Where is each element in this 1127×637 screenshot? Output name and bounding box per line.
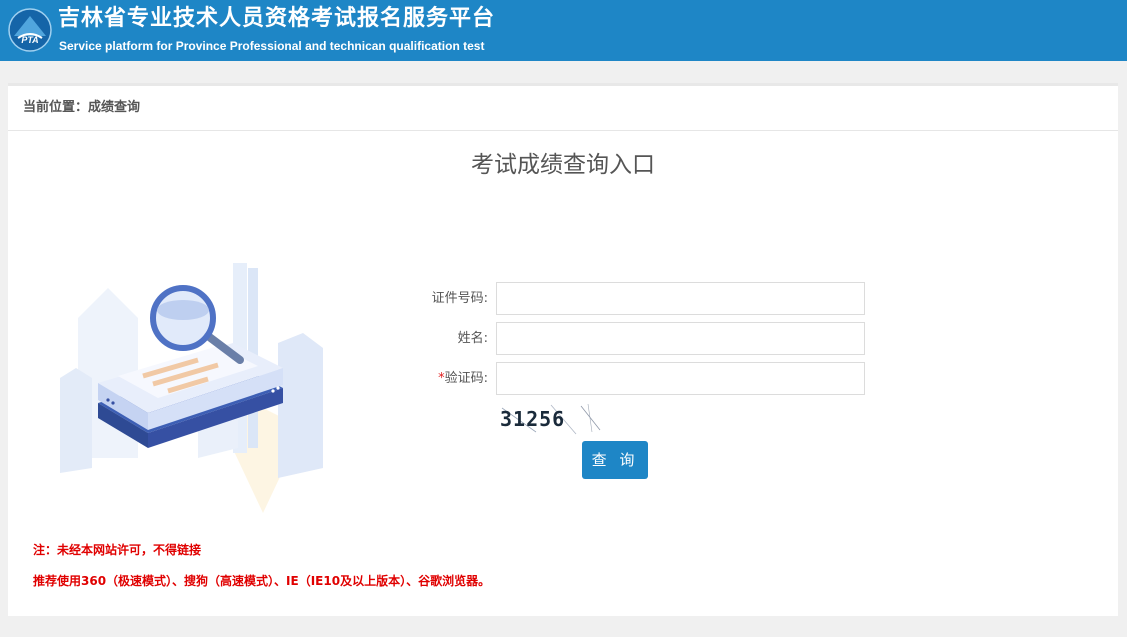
- breadcrumb-text: 当前位置：成绩查询: [23, 100, 141, 115]
- query-button[interactable]: 查 询: [582, 441, 648, 479]
- site-title: 吉林省专业技术人员资格考试报名服务平台: [58, 6, 496, 31]
- search-illustration: [60, 263, 323, 513]
- browser-notice: 推荐使用360（极速模式）、搜狗（高速模式）、IE（IE10及以上版本）、谷歌浏…: [33, 574, 491, 588]
- site-header: PTA 吉林省专业技术人员资格考试报名服务平台 Service platform…: [0, 0, 1127, 61]
- name-label: 姓名:: [457, 331, 488, 346]
- captcha-image[interactable]: 31256: [496, 402, 604, 436]
- pta-logo-icon: PTA: [8, 8, 52, 52]
- breadcrumb: 当前位置：成绩查询: [8, 86, 1118, 131]
- link-notice: 注：未经本网站许可，不得链接: [33, 543, 202, 557]
- captcha-label: 验证码:: [444, 371, 488, 386]
- page-title: 考试成绩查询入口: [471, 152, 655, 178]
- name-input[interactable]: [496, 322, 865, 355]
- site-subtitle: Service platform for Province Profession…: [59, 39, 485, 53]
- captcha-input[interactable]: [496, 362, 865, 395]
- content-card: 当前位置：成绩查询 考试成绩查询入口 证件号码: 姓名: *验证码: 31256…: [8, 83, 1118, 616]
- logo-text: PTA: [21, 35, 38, 45]
- id-number-label: 证件号码:: [431, 291, 488, 306]
- captcha-label-wrap: *验证码:: [368, 362, 488, 396]
- id-number-input[interactable]: [496, 282, 865, 315]
- captcha-text: 31256: [500, 407, 565, 431]
